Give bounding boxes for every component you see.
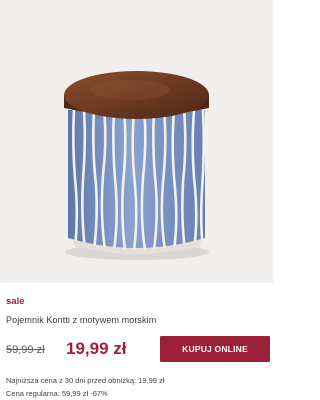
old-price: 59,99 zł bbox=[6, 344, 45, 356]
buy-online-button[interactable]: KUPUJ ONLINE bbox=[160, 336, 270, 362]
sale-label: sale bbox=[6, 296, 25, 307]
jar-illustration bbox=[64, 71, 209, 260]
product-name[interactable]: Pojemnik Kontti z motywem morskim bbox=[6, 315, 156, 325]
product-image[interactable] bbox=[0, 0, 273, 283]
regular-price-note: Cena regularna: 59,99 zł -67% bbox=[6, 389, 108, 398]
lowest-price-note: Najniższa cena z 30 dni przed obniżką: 1… bbox=[6, 376, 165, 385]
new-price: 19,99 zł bbox=[66, 339, 127, 358]
product-card[interactable]: sale Pojemnik Kontti z motywem morskim 5… bbox=[0, 0, 273, 400]
